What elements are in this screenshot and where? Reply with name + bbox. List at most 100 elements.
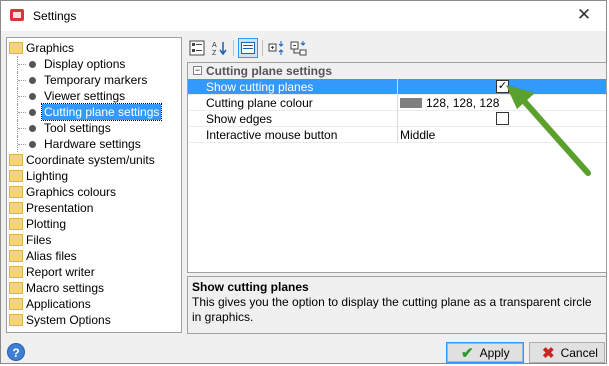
- tree-item[interactable]: Temporary markers: [7, 72, 181, 88]
- tree-item-label: Graphics: [26, 41, 75, 55]
- tree-item-label: Viewer settings: [44, 89, 126, 103]
- expand-all-icon: [268, 41, 284, 55]
- sort-alphabetical-icon: A Z: [212, 42, 227, 56]
- tree-item-label: Hardware settings: [44, 137, 141, 151]
- folder-icon: [9, 218, 23, 230]
- folder-icon: [9, 154, 23, 166]
- tree-item-label: Applications: [26, 297, 91, 311]
- folder-icon: [9, 42, 23, 54]
- tree-item[interactable]: Report writer: [7, 264, 181, 280]
- folder-icon: [9, 266, 23, 278]
- folder-icon: [9, 282, 23, 294]
- cross-icon: ✖: [542, 344, 555, 362]
- tree-item-label: Coordinate system/units: [26, 153, 155, 167]
- help-icon[interactable]: ?: [7, 343, 25, 361]
- bullet-icon: [29, 61, 36, 68]
- tree-connector: [18, 80, 26, 81]
- tree-item[interactable]: Applications: [7, 296, 181, 312]
- show-cutting-planes-checkbox[interactable]: ✓: [496, 80, 509, 93]
- tree-item-label: Alias files: [26, 249, 77, 263]
- tree-item[interactable]: System Options: [7, 312, 181, 328]
- svg-text:A: A: [212, 42, 217, 49]
- property-name: Interactive mouse button: [188, 127, 398, 143]
- bullet-icon: [29, 125, 36, 132]
- tree-connector: [18, 144, 26, 145]
- property-row-show-edges[interactable]: Show edges: [188, 111, 606, 127]
- category-row[interactable]: − Cutting plane settings: [188, 63, 606, 79]
- tree-item[interactable]: Coordinate system/units: [7, 152, 181, 168]
- property-value[interactable]: 128, 128, 128: [398, 95, 606, 111]
- tree-item[interactable]: Presentation: [7, 200, 181, 216]
- apply-button[interactable]: ✔ Apply: [446, 342, 524, 363]
- folder-icon: [9, 314, 23, 326]
- tree-item[interactable]: Alias files: [7, 248, 181, 264]
- description-panel: Show cutting planes This gives you the o…: [187, 276, 607, 334]
- tree-connector: [18, 128, 26, 129]
- settings-tree[interactable]: Graphics Display options Temporary markers…: [6, 37, 182, 333]
- tree-connector: [18, 112, 26, 113]
- tree-item-label: Display options: [44, 57, 126, 71]
- bullet-icon: [29, 93, 36, 100]
- property-value[interactable]: Middle: [398, 127, 606, 143]
- collapse-all-icon: [290, 41, 307, 56]
- colour-swatch: [400, 98, 422, 108]
- tree-item[interactable]: Graphics colours: [7, 184, 181, 200]
- collapse-all-button[interactable]: [289, 38, 309, 58]
- app-icon: [10, 9, 24, 21]
- property-row-interactive-mouse-button[interactable]: Interactive mouse button Middle: [188, 127, 606, 143]
- tree-item-label: Files: [26, 233, 52, 247]
- folder-icon: [9, 202, 23, 214]
- tree-item[interactable]: Cutting plane settings: [7, 103, 181, 121]
- folder-icon: [9, 186, 23, 198]
- tree-item[interactable]: Lighting: [7, 168, 181, 184]
- property-name: Show edges: [188, 111, 398, 127]
- tree-item-label: Macro settings: [26, 281, 105, 295]
- tree-item-label: Cutting plane settings: [40, 103, 163, 121]
- tree-item-label: Lighting: [26, 169, 69, 183]
- tree-connector: [18, 64, 26, 65]
- category-label: Cutting plane settings: [206, 64, 332, 78]
- folder-icon: [9, 250, 23, 262]
- tree-item[interactable]: Macro settings: [7, 280, 181, 296]
- description-text: This gives you the option to display the…: [192, 295, 592, 324]
- cancel-button[interactable]: ✖ Cancel: [529, 342, 605, 363]
- tree-item-label: Tool settings: [44, 121, 111, 135]
- tree-connector: [18, 96, 26, 97]
- toolbar-separator: [233, 40, 234, 56]
- bullet-icon: [29, 109, 36, 116]
- tree-item-label: Graphics colours: [26, 185, 117, 199]
- tree-item-label: Presentation: [26, 201, 94, 215]
- property-value: [398, 111, 606, 127]
- tree-item[interactable]: Display options: [7, 56, 181, 72]
- show-edges-checkbox[interactable]: [496, 112, 509, 125]
- collapse-toggle-icon[interactable]: −: [193, 66, 202, 75]
- tree-item[interactable]: Hardware settings: [7, 136, 181, 152]
- tree-item[interactable]: Graphics: [7, 40, 181, 56]
- bullet-icon: [29, 141, 36, 148]
- tree-item[interactable]: Viewer settings: [7, 88, 181, 104]
- categorized-icon: [189, 40, 205, 56]
- folder-icon: [9, 234, 23, 246]
- property-value: ✓: [398, 79, 606, 95]
- sort-alphabetical-button[interactable]: A Z: [209, 38, 229, 58]
- property-grid: − Cutting plane settings Show cutting pl…: [187, 62, 607, 273]
- folder-icon: [9, 298, 23, 310]
- toolbar-separator: [262, 40, 263, 56]
- property-row-show-cutting-planes[interactable]: Show cutting planes ✓: [188, 79, 606, 95]
- expand-all-button[interactable]: [267, 38, 287, 58]
- property-row-cutting-plane-colour[interactable]: Cutting plane colour 128, 128, 128: [188, 95, 606, 111]
- tree-item-label: System Options: [26, 313, 111, 327]
- title-bar: Settings ✕: [1, 1, 606, 31]
- property-name: Cutting plane colour: [188, 95, 398, 111]
- property-pages-button[interactable]: [238, 38, 258, 58]
- property-toolbar: A Z: [187, 37, 607, 61]
- tree-item[interactable]: Plotting: [7, 216, 181, 232]
- categorized-button[interactable]: [187, 38, 207, 58]
- apply-label: Apply: [479, 345, 510, 360]
- checkmark-icon: ✔: [461, 344, 474, 362]
- close-icon[interactable]: ✕: [574, 5, 594, 25]
- bullet-icon: [29, 77, 36, 84]
- tree-item[interactable]: Tool settings: [7, 120, 181, 136]
- tree-item[interactable]: Files: [7, 232, 181, 248]
- window-title: Settings: [33, 9, 77, 23]
